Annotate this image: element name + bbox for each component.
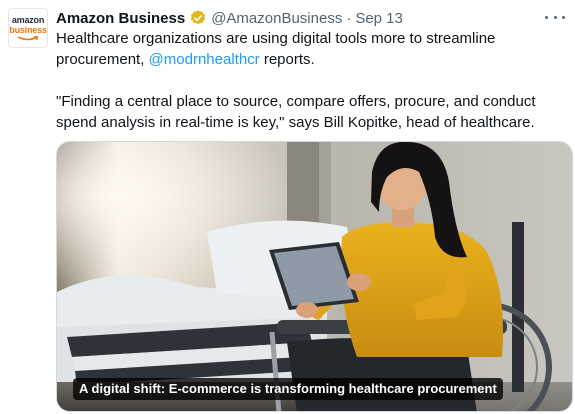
tweet-date[interactable]: Sep 13 [355,10,403,27]
more-dot [545,15,548,19]
tweet-card[interactable]: amazon business Amazon Business @AmazonB… [0,0,575,414]
verified-badge-icon[interactable] [189,9,207,27]
more-dot [553,15,557,19]
tweet-text: Healthcare organizations are using digit… [56,28,561,133]
tweet-header: Amazon Business @AmazonBusiness · Sep 13 [56,8,539,28]
tweet-media-image[interactable] [56,141,573,412]
account-handle[interactable]: @AmazonBusiness [211,10,342,27]
tweet-line-2-suffix: reports. [259,51,315,68]
tweet-line-1: Healthcare organizations are using digit… [56,30,496,47]
account-name[interactable]: Amazon Business [56,10,185,27]
smile-arrow-icon [17,35,39,40]
avatar-text-business: business [9,24,47,35]
avatar-text-amazon: amazon [11,14,45,25]
tweet-line-2: procurement, @modrnhealthcr reports. [56,49,561,70]
avatar[interactable]: amazon business [8,8,48,48]
more-dot [562,15,565,19]
photo-woman-wheelchair-tablet [57,142,572,411]
mention-link[interactable]: @modrnhealthcr [149,51,260,68]
media-caption: A digital shift: E-commerce is transform… [73,378,503,400]
tweet-quote: "Finding a central place to source, comp… [56,93,536,131]
tweet-line-2-prefix: procurement, [56,51,149,68]
header-separator: · [346,9,352,27]
more-options-icon[interactable] [545,8,565,26]
